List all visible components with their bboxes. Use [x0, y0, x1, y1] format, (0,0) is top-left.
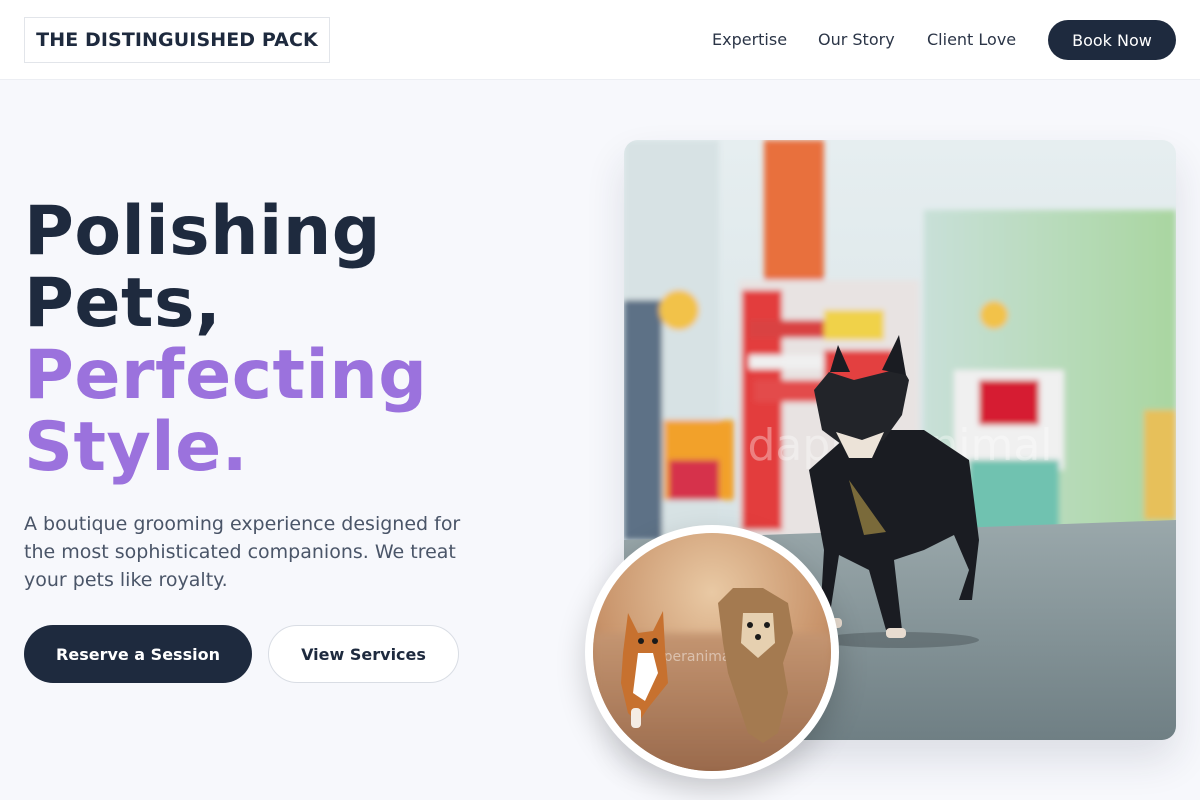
book-now-button[interactable]: Book Now — [1048, 20, 1176, 60]
headline-line-3: Perfecting — [24, 336, 428, 415]
nav-link-expertise[interactable]: Expertise — [712, 30, 787, 49]
site-logo[interactable]: THE DISTINGUISHED PACK — [24, 17, 330, 63]
hero-headline: Polishing Pets, Perfecting Style. — [24, 196, 427, 484]
nav-link-our-story[interactable]: Our Story — [818, 30, 895, 49]
top-navigation-bar: THE DISTINGUISHED PACK Expertise Our Sto… — [0, 0, 1200, 80]
hero-description: A boutique grooming experience designed … — [24, 513, 461, 591]
inset-photo-dogs-running: dapperanimal.com — [585, 525, 839, 779]
headline-line-1: Polishing — [24, 192, 381, 271]
headline-line-2: Pets, — [24, 264, 222, 343]
view-services-button[interactable]: View Services — [268, 625, 459, 683]
nav-link-client-love[interactable]: Client Love — [927, 30, 1016, 49]
reserve-session-button[interactable]: Reserve a Session — [24, 625, 252, 683]
headline-line-4: Style. — [24, 408, 249, 487]
